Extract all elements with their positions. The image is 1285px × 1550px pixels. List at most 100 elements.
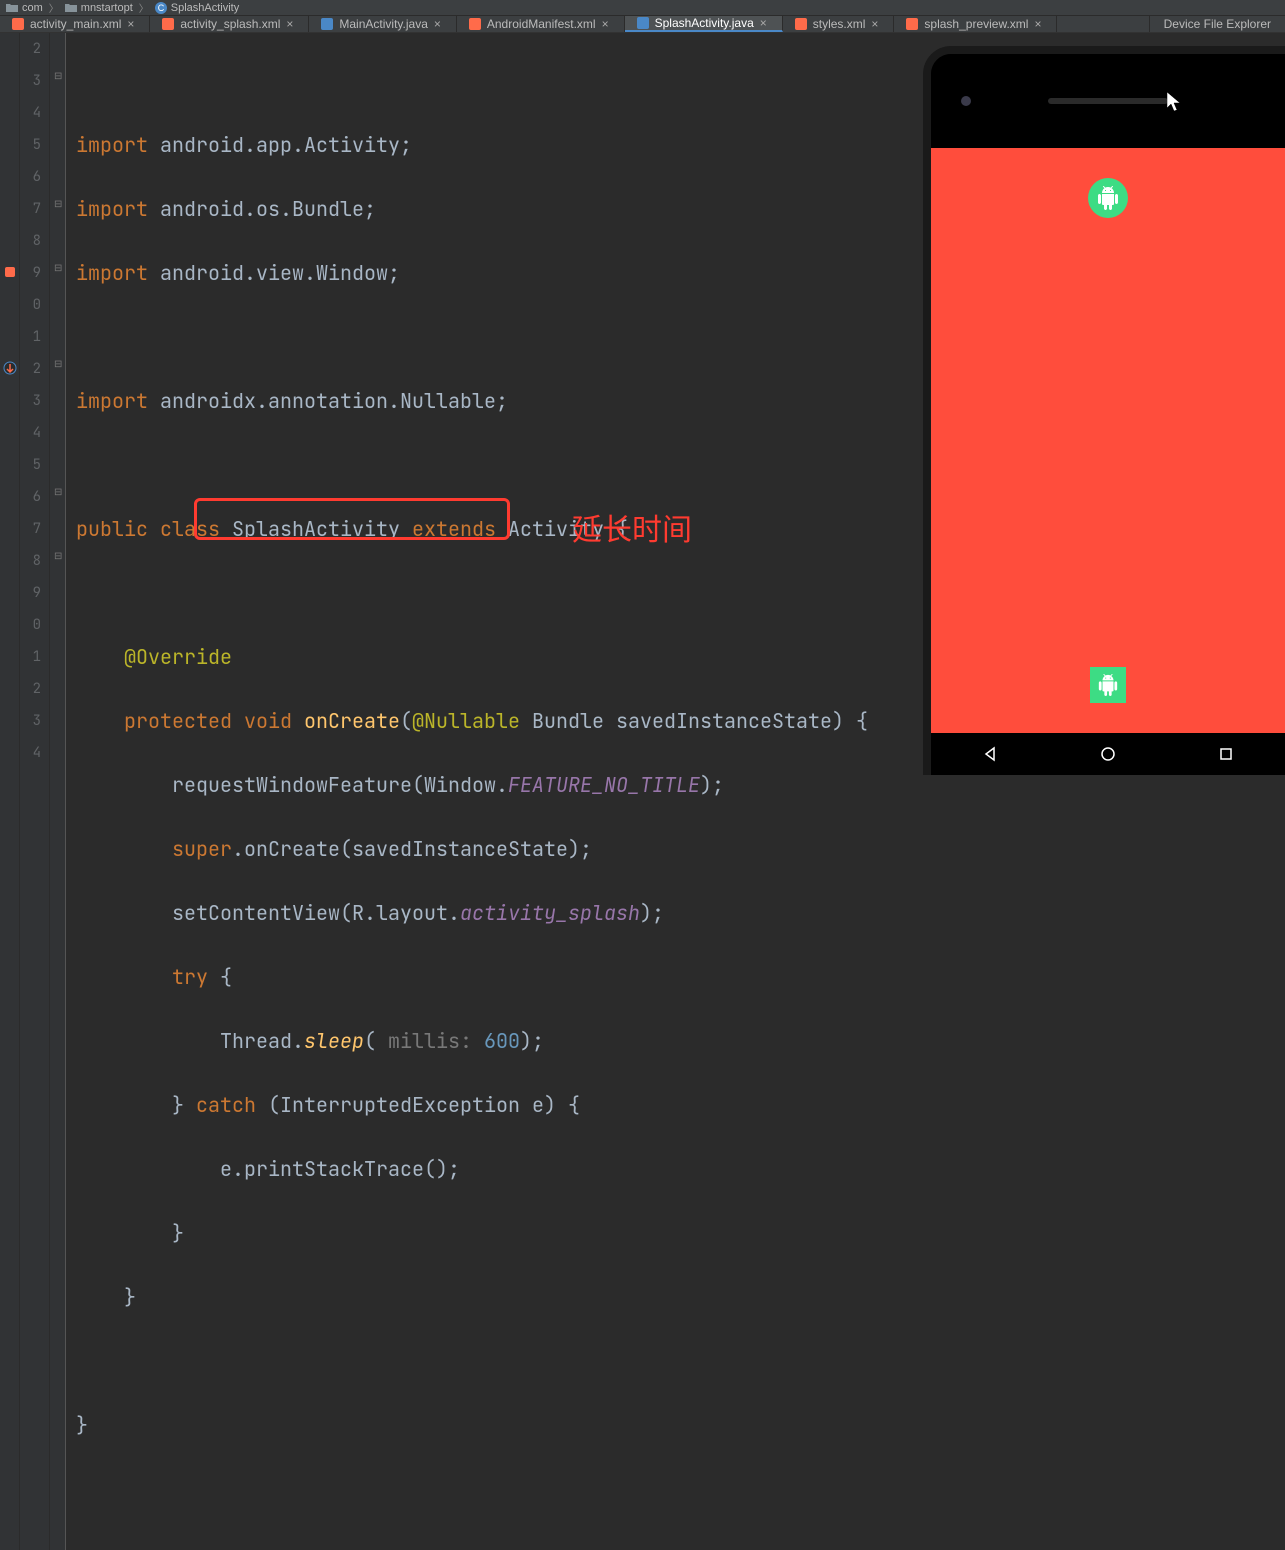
tab-label: MainActivity.java — [339, 17, 427, 31]
xml-icon — [469, 18, 481, 30]
breadcrumb-sep: 〉 — [139, 0, 149, 15]
tab-splash-activity[interactable]: SplashActivity.java × — [625, 16, 783, 32]
launcher-icon — [1090, 667, 1126, 703]
line-number: 3 — [20, 385, 41, 417]
nav-recent-button[interactable] — [1216, 744, 1236, 764]
code-line: Thread.sleep( millis: 600); — [76, 1025, 1275, 1057]
tab-label: SplashActivity.java — [655, 16, 754, 30]
line-number: 4 — [20, 737, 41, 769]
line-number: 2 — [20, 33, 41, 65]
line-number: 0 — [20, 289, 41, 321]
folder-icon — [65, 3, 77, 13]
speaker-grille — [1048, 98, 1168, 104]
line-number: 1 — [20, 641, 41, 673]
android-logo-icon — [1088, 178, 1128, 218]
xml-icon — [162, 18, 174, 30]
class-icon: C — [155, 2, 167, 14]
tab-label: splash_preview.xml — [924, 17, 1028, 31]
tab-android-manifest[interactable]: AndroidManifest.xml × — [457, 16, 625, 32]
code-line: try { — [76, 961, 1275, 993]
line-number: 4 — [20, 97, 41, 129]
code-line: e.printStackTrace(); — [76, 1153, 1275, 1185]
fold-toggle[interactable]: ⊟ — [54, 73, 62, 81]
tab-splash-preview[interactable]: splash_preview.xml × — [894, 16, 1057, 32]
tab-activity-splash[interactable]: activity_splash.xml × — [150, 16, 309, 32]
code-line: } catch (InterruptedException e) { — [76, 1089, 1275, 1121]
close-icon[interactable]: × — [602, 19, 612, 29]
breadcrumb-item[interactable]: mnstartopt — [65, 2, 133, 14]
fold-toggle[interactable]: ⊟ — [54, 361, 62, 369]
code-line: } — [76, 1409, 1275, 1441]
tab-styles[interactable]: styles.xml × — [783, 16, 895, 32]
tab-label: AndroidManifest.xml — [487, 17, 596, 31]
emulator-screen[interactable] — [931, 148, 1285, 733]
line-number: 8 — [20, 545, 41, 577]
nav-back-button[interactable] — [980, 744, 1000, 764]
xml-icon — [12, 18, 24, 30]
fold-gutter: ⊟ ⊟ ⊟ ⊟ ⊟ ⊟ — [50, 33, 66, 1550]
fold-toggle[interactable]: ⊟ — [54, 553, 62, 561]
line-number: 0 — [20, 609, 41, 641]
line-number: 5 — [20, 449, 41, 481]
line-number: 9 — [20, 577, 41, 609]
tab-activity-main[interactable]: activity_main.xml × — [0, 16, 150, 32]
line-number: 3 — [20, 705, 41, 737]
device-file-explorer-label: Device File Explorer — [1164, 17, 1271, 31]
breadcrumb-item[interactable]: C SplashActivity — [155, 2, 239, 14]
line-number: 7 — [20, 193, 41, 225]
breadcrumb-label: SplashActivity — [171, 2, 239, 14]
code-line: setContentView(R.layout.activity_splash)… — [76, 897, 1275, 929]
code-line: } — [76, 1217, 1275, 1249]
close-icon[interactable]: × — [760, 18, 770, 28]
line-numbers: 2 3 4 5 6 7 8 9 0 1 2 3 4 5 6 7 8 9 0 1 … — [20, 33, 50, 1550]
breadcrumb: com 〉 mnstartopt 〉 C SplashActivity — [0, 0, 1285, 16]
emulator-preview — [923, 46, 1285, 775]
close-icon[interactable]: × — [871, 19, 881, 29]
override-icon[interactable] — [3, 361, 17, 375]
fold-toggle[interactable]: ⊟ — [54, 201, 62, 209]
nav-home-button[interactable] — [1098, 744, 1118, 764]
close-icon[interactable]: × — [434, 19, 444, 29]
camera-icon — [961, 96, 971, 106]
emulator-notch — [931, 54, 1285, 148]
code-line: } — [76, 1281, 1275, 1313]
line-number: 7 — [20, 513, 41, 545]
line-number: 4 — [20, 417, 41, 449]
fold-toggle[interactable]: ⊟ — [54, 265, 62, 273]
implements-icon[interactable] — [3, 265, 17, 279]
tab-label: styles.xml — [813, 17, 866, 31]
editor-tabs: activity_main.xml × activity_splash.xml … — [0, 16, 1285, 33]
emulator-nav-bar — [931, 733, 1285, 775]
line-number: 3 — [20, 65, 41, 97]
device-file-explorer-button[interactable]: Device File Explorer — [1149, 16, 1285, 32]
gutter-icons — [0, 33, 20, 1550]
close-icon[interactable]: × — [127, 19, 137, 29]
java-icon — [321, 18, 333, 30]
tab-label: activity_splash.xml — [180, 17, 280, 31]
line-number: 5 — [20, 129, 41, 161]
folder-icon — [6, 3, 18, 13]
java-icon — [637, 17, 649, 29]
fold-toggle[interactable]: ⊟ — [54, 489, 62, 497]
breadcrumb-label: mnstartopt — [81, 2, 133, 14]
line-number: 2 — [20, 353, 41, 385]
close-icon[interactable]: × — [1034, 19, 1044, 29]
line-number: 6 — [20, 481, 41, 513]
tab-label: activity_main.xml — [30, 17, 121, 31]
xml-icon — [795, 18, 807, 30]
close-icon[interactable]: × — [286, 19, 296, 29]
code-line — [76, 1345, 1275, 1377]
line-number: 9 — [20, 257, 41, 289]
code-line — [76, 1473, 1275, 1505]
breadcrumb-item[interactable]: com — [6, 2, 43, 14]
xml-icon — [906, 18, 918, 30]
tab-main-activity[interactable]: MainActivity.java × — [309, 16, 456, 32]
breadcrumb-label: com — [22, 2, 43, 14]
svg-text:C: C — [158, 3, 165, 13]
line-number: 2 — [20, 673, 41, 705]
breadcrumb-sep: 〉 — [49, 0, 59, 15]
line-number: 6 — [20, 161, 41, 193]
line-number: 8 — [20, 225, 41, 257]
line-number: 1 — [20, 321, 41, 353]
code-line: super.onCreate(savedInstanceState); — [76, 833, 1275, 865]
